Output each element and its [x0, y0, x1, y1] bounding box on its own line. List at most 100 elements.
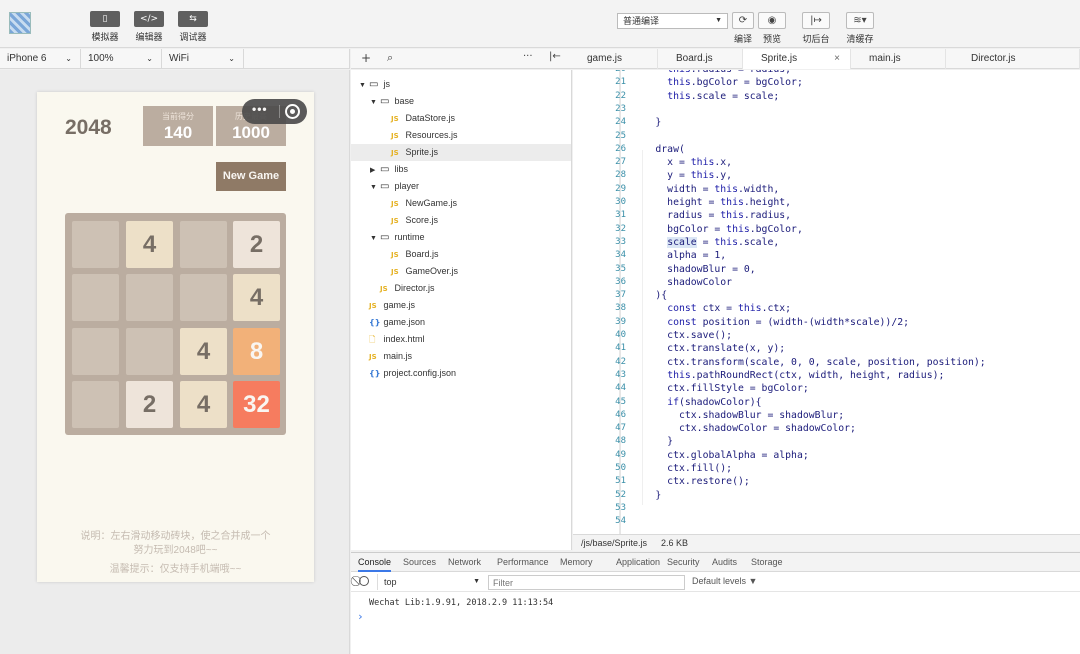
log-levels-select[interactable]: Default levels ▼ [692, 576, 757, 586]
game-board[interactable]: 4 2 4 4 8 2 4 32 [65, 213, 286, 435]
zoom-value: 100% [88, 53, 114, 64]
tab-label: Board.js [676, 53, 713, 64]
simulator-button[interactable]: ▯ 模拟器 [85, 11, 125, 43]
console-log-line: Wechat Lib:1.9.91, 2018.2.9 11:13:54 [369, 598, 554, 608]
console-filter-input[interactable] [488, 575, 685, 590]
more-icon[interactable]: ••• [252, 102, 268, 116]
line-number: 35 [615, 263, 626, 274]
file-index-html[interactable]: 🗋 index.html [351, 331, 571, 348]
devtools-tab-audits[interactable]: Audits [712, 553, 737, 572]
devtools-tab-memory[interactable]: Memory [560, 553, 593, 572]
clear-cache-button[interactable]: ≋▾ 清缓存 [843, 12, 877, 45]
js-file-icon: JS [391, 251, 399, 259]
context-select[interactable]: top ▼ [377, 574, 486, 590]
folder-runtime[interactable]: ▼ ▭ runtime [351, 229, 571, 246]
add-icon[interactable]: + [361, 51, 371, 65]
folder-player[interactable]: ▼ ▭ player [351, 178, 571, 195]
device-select[interactable]: iPhone 6 ⌄ [0, 49, 81, 68]
file-Score-js[interactable]: JS Score.js [351, 212, 571, 229]
background-label: 切后台 [802, 34, 830, 44]
chevron-right-icon[interactable]: ▶ [370, 162, 380, 179]
code-line: ctx.save(); [620, 330, 733, 341]
refresh-icon: ⟳ [732, 12, 754, 29]
miniprogram-capsule[interactable]: ••• [242, 99, 307, 124]
code-line: x = this.x, [620, 157, 733, 169]
background-button[interactable]: |↦ 切后台 [800, 12, 832, 45]
devtools-tab-security[interactable]: Security [667, 553, 700, 572]
tab-label: Sprite.js [761, 53, 798, 64]
file-DataStore-js[interactable]: JS DataStore.js [351, 110, 571, 127]
code-line: radius = this.radius, [620, 210, 792, 222]
chevron-down-icon: ⌄ [228, 54, 235, 63]
folder-base[interactable]: ▼ ▭ base [351, 93, 571, 110]
tree-item-label: base [392, 96, 415, 106]
devtools-tab-application[interactable]: Application [616, 553, 660, 572]
line-number: 51 [615, 476, 626, 487]
chevron-down-icon[interactable]: ▼ [370, 94, 380, 111]
file-NewGame-js[interactable]: JS NewGame.js [351, 195, 571, 212]
line-number: 52 [615, 489, 626, 500]
file-Resources-js[interactable]: JS Resources.js [351, 127, 571, 144]
compile-button[interactable]: ⟳ 编译 [731, 12, 755, 45]
tab-label: Director.js [971, 53, 1016, 64]
file-GameOver-js[interactable]: JS GameOver.js [351, 263, 571, 280]
devtools-tab-performance[interactable]: Performance [497, 553, 549, 572]
block-icon[interactable] [359, 576, 369, 586]
chevron-down-icon[interactable]: ▼ [370, 179, 380, 196]
preview-label: 预览 [762, 34, 781, 44]
devtools-tab-network[interactable]: Network [448, 553, 481, 572]
network-select[interactable]: WiFi ⌄ [162, 49, 244, 68]
file-path: /js/base/Sprite.js [581, 538, 648, 548]
folder-icon: ▭ [380, 96, 390, 107]
device-bar: iPhone 6 ⌄ 100% ⌄ WiFi ⌄ [0, 49, 350, 69]
folder-js[interactable]: ▼ ▭ js [351, 76, 571, 93]
chevron-down-icon[interactable]: ▼ [370, 230, 380, 247]
file-Sprite-js[interactable]: JS Sprite.js [351, 144, 571, 161]
collapse-icon[interactable]: |← [549, 51, 561, 62]
empty-cell [126, 328, 173, 375]
more-icon[interactable]: ··· [523, 51, 533, 62]
code-line: ctx.fill(); [620, 463, 733, 474]
js-file-icon: JS [391, 268, 399, 276]
code-editor[interactable]: 20 this.radius = radius; 21 this.bgColor … [573, 70, 1080, 534]
devtools-tab-storage[interactable]: Storage [751, 553, 783, 572]
file-Director-js[interactable]: JS Director.js [351, 280, 571, 297]
code-line: this.radius = radius; [620, 70, 791, 75]
tab-director-js[interactable]: Director.js [946, 49, 1080, 69]
file-game-js[interactable]: JS game.js [351, 297, 571, 314]
phone-screen[interactable]: 2048 当前得分 140 历史最高 1000 ••• New Game 424… [37, 92, 314, 582]
chevron-down-icon[interactable]: ▼ [359, 77, 369, 94]
tree-item-label: DataStore.js [403, 113, 456, 123]
file-project-config-json[interactable]: {} project.config.json [351, 365, 571, 382]
file-main-js[interactable]: JS main.js [351, 348, 571, 365]
avatar[interactable] [9, 12, 31, 34]
close-icon[interactable] [285, 104, 300, 119]
search-icon[interactable]: ⌕ [387, 51, 393, 65]
tree-item-label: GameOver.js [403, 266, 459, 276]
line-number: 23 [615, 103, 626, 114]
devtools-tab-console[interactable]: Console [358, 553, 392, 572]
preview-button[interactable]: ◉ 预览 [758, 12, 786, 45]
code-icon: </> [134, 11, 164, 27]
zoom-select[interactable]: 100% ⌄ [81, 49, 162, 68]
console-prompt[interactable]: › [357, 610, 364, 623]
tab-main-js[interactable]: main.js [851, 49, 946, 69]
js-file-icon: JS [391, 115, 399, 123]
close-icon[interactable]: × [834, 49, 840, 69]
devtools-tab-sources[interactable]: Sources [403, 553, 436, 572]
code-line: alpha = 1, [620, 250, 727, 262]
tab-game-js[interactable]: game.js [573, 49, 658, 69]
new-game-button[interactable]: New Game [216, 162, 286, 191]
debugger-button[interactable]: ⇆ 调试器 [173, 11, 213, 43]
tab-board-js[interactable]: Board.js [658, 49, 743, 69]
file-game-json[interactable]: {} game.json [351, 314, 571, 331]
file-Board-js[interactable]: JS Board.js [351, 246, 571, 263]
line-number: 21 [615, 77, 626, 88]
line-number: 53 [615, 502, 626, 513]
code-line: y = this.y, [620, 170, 733, 182]
tab-sprite-js[interactable]: Sprite.js × [743, 49, 851, 69]
editor-button[interactable]: </> 编辑器 [129, 11, 169, 43]
compile-mode-select[interactable]: 普通编译 ▼ [617, 13, 728, 29]
folder-libs[interactable]: ▶ ▭ libs [351, 161, 571, 178]
device-value: iPhone 6 [7, 53, 47, 64]
